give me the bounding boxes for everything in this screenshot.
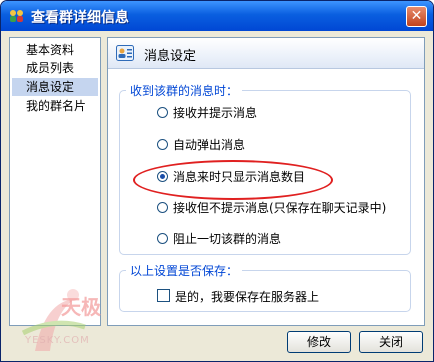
panel-header: 消息设定 xyxy=(108,38,424,69)
save-to-server-checkbox[interactable] xyxy=(157,289,170,302)
radio-button[interactable] xyxy=(157,139,168,150)
radio-button-checked[interactable] xyxy=(157,171,168,182)
close-window-button[interactable]: ✕ xyxy=(406,6,427,27)
sidebar-item-my-group-card[interactable]: 我的群名片 xyxy=(12,97,98,115)
radio-label: 接收但不提示消息(只保存在聊天记录中) xyxy=(173,201,387,215)
watermark-url: YESKY.COM xyxy=(25,335,90,346)
receive-group-legend: 收到该群的消息时： xyxy=(126,82,243,99)
radio-button[interactable] xyxy=(157,107,168,118)
dialog-window: 查看群详细信息 ✕ 基本资料 成员列表 消息设定 我的群名片 消息设定 收到该群… xyxy=(0,0,434,362)
save-to-server-label: 是的，我要保存在服务器上 xyxy=(175,290,320,304)
sidebar-item-basic-info[interactable]: 基本资料 xyxy=(12,41,98,59)
group-icon xyxy=(10,10,23,22)
sidebar-item-message-settings[interactable]: 消息设定 xyxy=(12,78,98,96)
radio-button[interactable] xyxy=(157,202,168,213)
close-button[interactable]: 关闭 xyxy=(359,331,423,353)
title-bar[interactable]: 查看群详细信息 ✕ xyxy=(1,1,433,31)
radio-label: 阻止一切该群的消息 xyxy=(173,232,282,246)
radio-label: 自动弹出消息 xyxy=(173,138,246,152)
watermark-text: 天极 xyxy=(61,295,101,319)
sidebar-item-member-list[interactable]: 成员列表 xyxy=(12,59,98,77)
window-title: 查看群详细信息 xyxy=(31,10,129,26)
modify-button[interactable]: 修改 xyxy=(287,331,351,353)
save-group-legend: 以上设置是否保存： xyxy=(126,262,243,279)
radio-button[interactable] xyxy=(157,233,168,244)
radio-label: 消息来时只显示消息数目 xyxy=(173,170,306,184)
settings-card-icon xyxy=(116,45,134,61)
panel-title: 消息设定 xyxy=(144,49,197,64)
radio-label: 接收并提示消息 xyxy=(173,106,258,120)
